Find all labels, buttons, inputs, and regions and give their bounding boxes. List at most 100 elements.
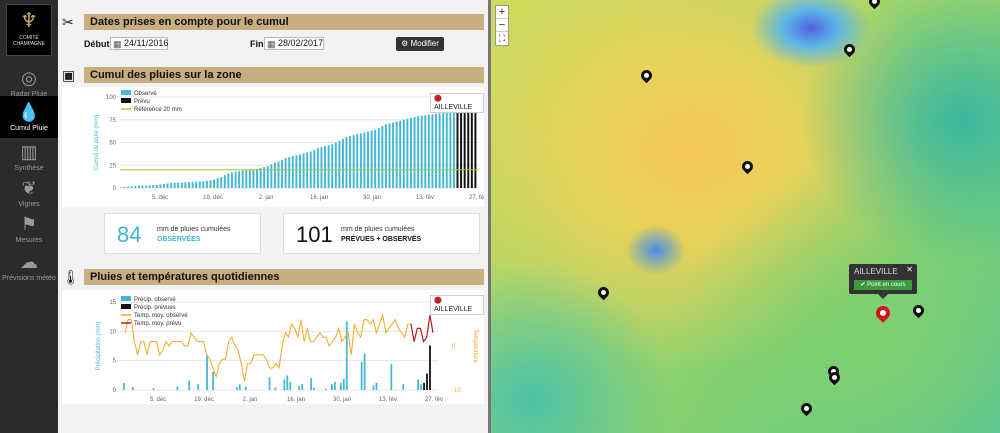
daily-section-header: 🌡 Pluies et températures quotidiennes <box>62 269 484 285</box>
location-tag[interactable]: ⬤ AILLEVILLE <box>430 295 484 315</box>
observed-bar <box>159 184 162 188</box>
observed-bar <box>341 138 344 188</box>
zoom-in-button[interactable]: + <box>496 6 508 19</box>
observed-bar <box>137 185 140 188</box>
observed-bar <box>284 157 287 188</box>
station-marker[interactable] <box>841 41 858 58</box>
observed-bar <box>442 112 445 188</box>
legend-label: Référence 20 mm <box>134 107 182 113</box>
observed-bar <box>381 126 384 188</box>
observed-bar <box>313 149 316 188</box>
station-marker[interactable] <box>739 158 756 175</box>
precip-observed-bar <box>268 377 271 390</box>
observed-bar <box>180 182 183 188</box>
observed-bar <box>162 183 165 188</box>
observed-bar <box>402 119 405 188</box>
observed-bar <box>370 130 373 188</box>
station-marker[interactable] <box>798 400 815 417</box>
observed-bar <box>241 170 244 188</box>
forecast-bar <box>460 106 463 188</box>
station-marker[interactable] <box>595 284 612 301</box>
observed-bar <box>148 185 151 188</box>
station-marker[interactable] <box>638 67 655 84</box>
observed-bar <box>188 182 190 188</box>
sidebar-item-mesures[interactable]: ⚑ Mesures <box>0 208 58 250</box>
cumul-chart: 0 25 50 75 100 Cumul de pluie (mm) 5. déc 19. d… <box>94 90 487 201</box>
observed-bar <box>245 170 248 188</box>
observed-bar <box>352 135 355 188</box>
precip-observed-bar <box>342 378 345 390</box>
observed-bar <box>449 112 452 188</box>
fullscreen-button[interactable]: ⛶ <box>496 32 508 45</box>
zoom-control: + − ⛶ <box>495 5 509 46</box>
station-marker[interactable] <box>910 302 927 319</box>
legend-swatch <box>121 90 131 95</box>
tools-icon: ✂ <box>62 14 74 30</box>
rain-map[interactable]: + − ⛶ AILLEVILLE ✕ ✔ Point en cours <box>491 0 1000 433</box>
observed-bar <box>331 144 334 188</box>
y2-tick-label: 0 <box>452 344 456 350</box>
thermometer-icon: 🌡 <box>62 269 80 285</box>
precip-observed-bar <box>375 382 378 390</box>
calendar-icon: ▦ <box>113 39 122 49</box>
end-date-value: 28/02/2017 <box>278 38 324 48</box>
observed-bar <box>413 117 416 188</box>
observed-bar <box>152 185 155 188</box>
precip-observed-bar <box>313 387 315 390</box>
observed-bar <box>288 157 291 188</box>
legend-label: Précip. observé <box>134 297 176 303</box>
end-date-field[interactable]: ▦ 28/02/2017 <box>264 37 324 50</box>
modifier-button[interactable]: ⚙ Modifier <box>396 37 444 51</box>
section-title-bar: Dates prises en compte pour le cumul <box>84 14 484 30</box>
legend-label: Observé <box>134 91 157 97</box>
forecast-total-caption: mm de pluies cumulées <box>341 226 415 233</box>
observed-bar <box>367 131 369 188</box>
current-point-label: Point en cours <box>867 282 906 288</box>
forecast-total-type: PRÉVUES + OBSERVÉS <box>341 236 422 243</box>
observed-bar <box>420 115 423 188</box>
cloud-sun-icon: ☁ <box>20 252 38 272</box>
observed-bar <box>388 123 391 188</box>
temp-forecast-line <box>410 315 434 344</box>
section-title: Cumul des pluies sur la zone <box>90 69 242 81</box>
observed-bar <box>435 113 438 188</box>
observed-bar <box>409 117 412 188</box>
close-icon[interactable]: ✕ <box>906 265 913 274</box>
precip-forecast-bar <box>426 373 428 390</box>
section-title: Pluies et températures quotidiennes <box>90 271 280 283</box>
observed-bar <box>302 153 305 188</box>
precip-observed-bar <box>333 381 336 390</box>
zoom-out-button[interactable]: − <box>496 19 508 32</box>
observed-bar <box>145 185 148 188</box>
observed-bar <box>134 186 137 188</box>
selected-location-marker[interactable] <box>873 303 893 323</box>
x-tick-label: 19. déc <box>194 397 214 403</box>
map-pin-icon: ⬤ <box>434 297 442 304</box>
sidebar-item-previsions-meteo[interactable]: ☁ Prévisions météo <box>0 246 58 288</box>
start-date-field[interactable]: ▦ 24/11/2016 <box>110 37 168 50</box>
cumul-section-header: ▣ Cumul des pluies sur la zone <box>62 67 484 83</box>
location-tag[interactable]: ⬤ AILLEVILLE <box>430 93 484 113</box>
observed-bar <box>406 118 409 188</box>
sidebar-item-cumul-pluie[interactable]: 💧 Cumul Pluie <box>0 96 58 138</box>
observed-bar <box>349 136 352 188</box>
y-tick-label: 15 <box>109 300 116 306</box>
observed-bar <box>252 169 255 188</box>
weather-station-icon: ⚑ <box>20 214 38 234</box>
precip-observed-bar <box>274 387 277 390</box>
observed-bar <box>216 177 219 188</box>
champagne-glasses-icon: ♆ <box>20 8 38 32</box>
sidebar-item-label: Prévisions météo <box>2 275 56 282</box>
observed-bar <box>356 134 359 188</box>
precip-observed-bar <box>417 379 419 390</box>
precip-observed-bar <box>360 361 363 390</box>
y-tick-label: 0 <box>113 388 117 394</box>
observed-bar <box>384 124 387 188</box>
station-marker[interactable] <box>866 0 883 10</box>
observed-bar <box>184 182 187 188</box>
observed-bar <box>205 180 208 188</box>
observed-bar <box>195 181 198 188</box>
observed-bar <box>123 186 126 188</box>
observed-bar <box>424 115 427 188</box>
comite-champagne-logo[interactable]: ♆ COMITÉ CHAMPAGNE <box>6 4 52 56</box>
